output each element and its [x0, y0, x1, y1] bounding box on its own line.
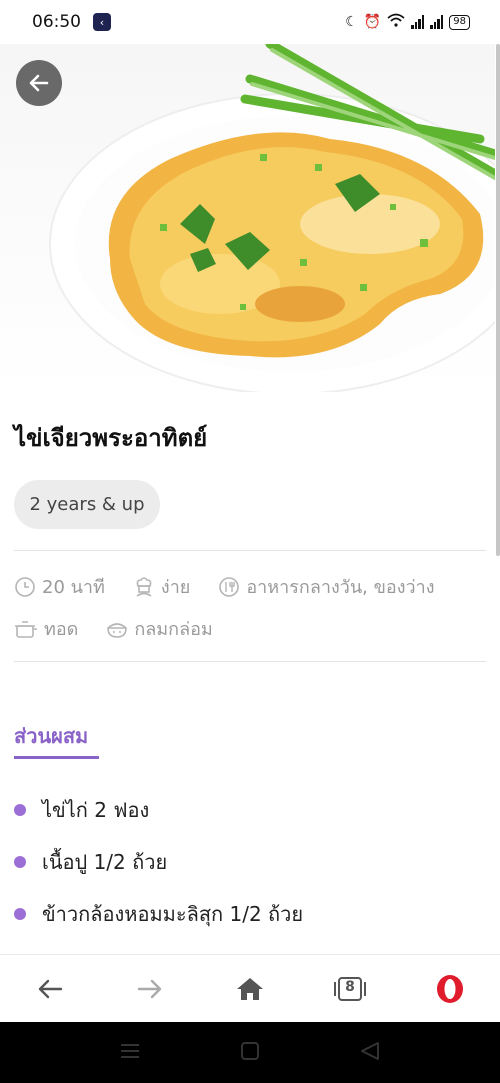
bullet-dot [14, 804, 26, 816]
ingredient-item: ข้าวกล้องหอมมะลิสุก 1/2 ถ้วย [14, 898, 303, 930]
recipe-meta-row-2: ทอด กลมกล่อม [14, 614, 213, 643]
age-badge-label: 2 years & up [29, 494, 145, 515]
omelette-illustration [49, 44, 495, 392]
bullet-dot [14, 908, 26, 920]
divider [14, 550, 486, 551]
battery-icon: 98 [449, 14, 470, 30]
wifi-icon [387, 13, 405, 31]
ingredient-label: ไข่ไก่ 2 ฟอง [42, 798, 150, 822]
arrow-right-icon [137, 979, 162, 998]
browser-home-button[interactable] [220, 964, 280, 1014]
home-nav-button[interactable] [240, 1041, 259, 1064]
signal-icon [411, 15, 425, 29]
home-icon [237, 977, 263, 1000]
ingredient-item: เนื้อปู 1/2 ถ้วย [14, 846, 167, 878]
divider [14, 661, 486, 662]
menu-lines-icon [121, 1043, 140, 1058]
tabs-count: 8 [345, 978, 355, 995]
app-notification-icon: ‹ [93, 13, 111, 31]
browser-toolbar: 8 [0, 954, 500, 1022]
recent-apps-button[interactable] [120, 1043, 140, 1063]
status-indicators: ☾ ⏰ 98 [345, 13, 470, 31]
age-badge: 2 years & up [14, 480, 160, 529]
meta-meal-label: อาหารกลางวัน, ของว่าง [246, 577, 435, 598]
browser-back-button[interactable] [20, 964, 80, 1014]
meta-method: ทอด [14, 614, 78, 643]
cutlery-icon [219, 576, 240, 597]
status-bar: 06:50 ‹ ☾ ⏰ 98 [0, 0, 500, 44]
android-nav-bar [0, 1022, 500, 1083]
meta-texture: กลมกล่อม [106, 614, 213, 643]
ingredients-tab-underline [14, 756, 99, 759]
meta-time-label: 20 นาที [42, 577, 105, 598]
ingredient-item: ไข่ไก่ 2 ฟอง [14, 794, 149, 826]
arrow-left-icon [29, 74, 49, 92]
opera-menu-button[interactable] [420, 964, 480, 1014]
browser-forward-button[interactable] [120, 964, 180, 1014]
meta-difficulty: ง่าย [133, 572, 190, 601]
meta-time: 20 นาที [14, 572, 105, 601]
chef-hat-icon [136, 576, 152, 597]
back-button[interactable] [16, 60, 62, 106]
back-nav-button[interactable] [360, 1041, 380, 1065]
recipe-meta-row-1: 20 นาที ง่าย อาหารกลางวัน, ของว่าง [14, 572, 435, 601]
meta-difficulty-label: ง่าย [160, 577, 191, 598]
browser-tabs-button[interactable]: 8 [320, 964, 380, 1014]
bullet-dot [14, 856, 26, 868]
pot-icon [15, 620, 37, 638]
page-scrollbar[interactable] [496, 44, 500, 556]
meta-method-label: ทอด [44, 619, 79, 640]
moon-icon: ☾ [345, 14, 358, 30]
square-icon [240, 1041, 259, 1060]
status-time: 06:50 [32, 12, 81, 32]
signal-icon-2 [430, 15, 444, 29]
tabs-icon: 8 [334, 976, 366, 1002]
recipe-hero-image [0, 44, 495, 392]
meta-meal: อาหารกลางวัน, ของว่าง [218, 572, 435, 601]
recipe-title: ไข่เจียวพระอาทิตย์ [14, 424, 208, 452]
clock-icon [15, 576, 35, 597]
triangle-back-icon [360, 1041, 379, 1060]
ingredient-label: เนื้อปู 1/2 ถ้วย [42, 850, 168, 874]
alarm-icon: ⏰ [363, 14, 382, 30]
taste-icon [107, 622, 128, 638]
ingredient-label: ข้าวกล้องหอมมะลิสุก 1/2 ถ้วย [42, 902, 304, 926]
arrow-left-icon [38, 979, 63, 998]
ingredients-tab[interactable]: ส่วนผสม [14, 720, 88, 752]
meta-texture-label: กลมกล่อม [134, 619, 213, 640]
opera-logo-icon [437, 974, 463, 1003]
